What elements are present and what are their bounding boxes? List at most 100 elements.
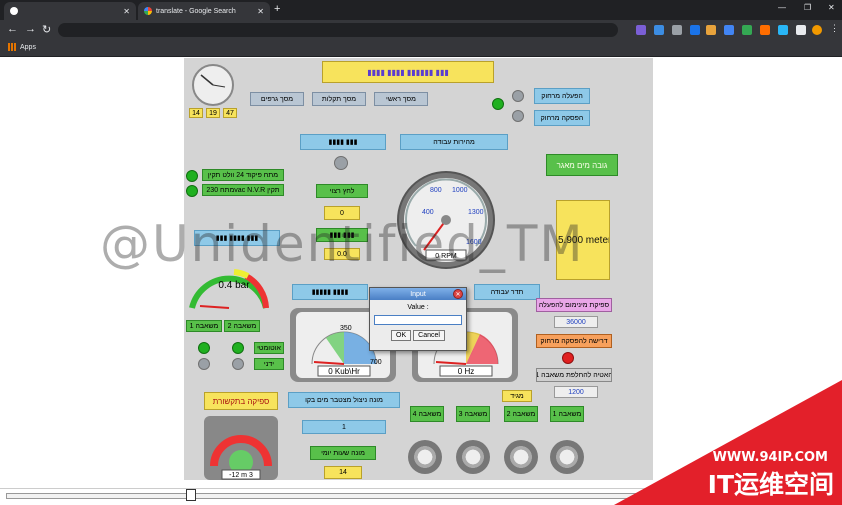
brand-name: IT运维空间 [707, 470, 834, 499]
remote-stop-request-label: דרישה להפסקה מרחוק [536, 334, 612, 348]
hmi-title-banner: ▮▮▮▮ ▮▮▮▮ ▮▮▮▮▮▮ ▮▮▮ [322, 61, 494, 83]
comm-flow-label: ספיקה בתקשורת [204, 392, 278, 410]
close-window-icon[interactable]: ✕ [828, 3, 835, 12]
extension-icon[interactable] [778, 25, 788, 35]
nvr-230v-label: מתח 230vac N.V.R תקין [202, 184, 284, 196]
bookmarks-bar: Apps [0, 40, 842, 57]
address-bar[interactable] [58, 23, 618, 37]
flow-tick: 350 [340, 325, 352, 332]
tab-bar: ✕ translate - Google Search ✕ + — ❐ ✕ [0, 0, 842, 20]
manual-mode-label[interactable]: ידני [254, 358, 284, 370]
pump-change-value[interactable]: 1200 [554, 386, 598, 398]
manual-led-2 [232, 358, 244, 370]
extension-icon[interactable] [654, 25, 664, 35]
clock-hours: 14 [189, 108, 203, 118]
reload-icon[interactable]: ↻ [42, 23, 51, 36]
clock-minutes: 19 [206, 108, 220, 118]
tank-value: -12 m 3 [229, 472, 253, 479]
control-24v-label: מתח פיקוד 24 וולט תקין [202, 169, 284, 181]
faults-screen-button[interactable]: מסך תקלות [312, 92, 366, 106]
tab-title: translate - Google Search [156, 7, 236, 15]
extension-icon[interactable] [724, 25, 734, 35]
dialog-prompt: Value : [407, 304, 429, 311]
auto-led-2 [232, 342, 244, 354]
daily-hours-label: מונה שעות יומי [310, 446, 376, 460]
remote-stop-request-led [562, 352, 574, 364]
manual-led-1 [198, 358, 210, 370]
analog-clock [192, 64, 234, 106]
pump-change-label: האטיה להחלפת משאבה 1 [536, 368, 612, 382]
apps-grid-icon [8, 43, 16, 51]
extension-icon[interactable] [706, 25, 716, 35]
close-icon[interactable]: ✕ [453, 289, 463, 299]
slider-thumb[interactable] [186, 489, 196, 501]
pump-2-button[interactable]: משאבה 2 [224, 320, 260, 332]
google-icon [144, 7, 152, 15]
setpoint-label: ▮▮▮▮ ▮▮▮ [300, 134, 386, 150]
back-icon[interactable]: ← [7, 23, 18, 35]
browser-tab-google[interactable]: translate - Google Search ✕ [138, 2, 270, 20]
graphs-screen-button[interactable]: מסך גרפים [250, 92, 304, 106]
rpm-tick: 800 [430, 187, 442, 194]
input-dialog: Input ✕ Value : OK Cancel [369, 287, 467, 351]
profile-avatar[interactable] [812, 25, 822, 35]
extension-icon[interactable] [690, 25, 700, 35]
ok-button[interactable]: OK [391, 330, 412, 341]
nvr-230v-led [186, 185, 198, 197]
pump-icon [408, 440, 442, 474]
value-input[interactable] [374, 315, 462, 325]
start-pump-indicator[interactable] [512, 90, 524, 102]
forward-icon[interactable]: → [25, 23, 36, 35]
cancel-button[interactable]: Cancel [413, 330, 445, 341]
rpm-tick: 1000 [452, 187, 468, 194]
menu-kebab-icon[interactable]: ⋮ [830, 23, 839, 34]
tank-gauge: -12 m 3 [204, 416, 278, 480]
extension-icon[interactable] [636, 25, 646, 35]
main-screen-button[interactable]: מסך ראשי [374, 92, 428, 106]
pump-icon [456, 440, 490, 474]
remote-stop-label: הפסקה מרחוק [534, 110, 590, 126]
tab-favicon-icon [10, 7, 18, 15]
work-speed-label: מהירות עבודה [400, 134, 508, 150]
min-flow-value[interactable]: 36000 [554, 316, 598, 328]
reservoir-level-title: גובה מים מאגר [546, 154, 618, 176]
pump-2-button[interactable]: משאבה 2 [504, 406, 538, 422]
close-tab-icon[interactable]: ✕ [123, 7, 130, 16]
pump-4-button[interactable]: משאבה 4 [410, 406, 444, 422]
flow-label: ▮▮▮▮▮ ▮▮▮▮ [292, 284, 368, 300]
meter-value: 1 [302, 420, 386, 434]
brand-badge: WWW.94IP.COM IT运维空间 [614, 380, 842, 505]
clock-seconds: 47 [223, 108, 237, 118]
maximize-icon[interactable]: ❐ [804, 3, 811, 12]
pump-1-button[interactable]: משאבה 1 [550, 406, 584, 422]
minimize-icon[interactable]: — [778, 3, 786, 12]
auto-mode-label[interactable]: אוטומטי [254, 342, 284, 354]
browser-tab[interactable]: ✕ [4, 2, 136, 20]
pump-icon [550, 440, 584, 474]
bookmark-apps[interactable]: Apps [8, 43, 36, 51]
pump-icon [504, 440, 538, 474]
extensions-puzzle-icon[interactable] [796, 25, 806, 35]
horizontal-slider[interactable] [6, 493, 646, 499]
status-led-green [492, 98, 504, 110]
stop-pump-indicator[interactable] [512, 110, 524, 122]
dialog-title: Input [410, 290, 426, 298]
pump-1-button[interactable]: משאבה 1 [186, 320, 222, 332]
pressure-setpoint-label: לחץ רצוי [316, 184, 368, 198]
auto-led-1 [198, 342, 210, 354]
setpoint-indicator[interactable] [334, 156, 348, 170]
extension-icon[interactable] [760, 25, 770, 35]
extension-icon[interactable] [742, 25, 752, 35]
pressure-value: 0.4 bar [218, 280, 250, 291]
selector-label: מגיד [502, 390, 532, 402]
new-tab-icon[interactable]: + [274, 3, 280, 15]
daily-hours-value: 14 [324, 466, 362, 479]
bookmark-label: Apps [20, 43, 36, 51]
flow-value: 0 Kub\Hr [328, 367, 360, 376]
pump-3-button[interactable]: משאבה 3 [456, 406, 490, 422]
extension-icon[interactable] [672, 25, 682, 35]
meter-label: מונה ניצול מצטבר מים בקו [288, 392, 400, 408]
browser-toolbar: ← → ↻ ⋮ [0, 20, 842, 40]
dialog-title-bar: Input ✕ [370, 288, 466, 300]
close-tab-icon[interactable]: ✕ [257, 7, 264, 16]
